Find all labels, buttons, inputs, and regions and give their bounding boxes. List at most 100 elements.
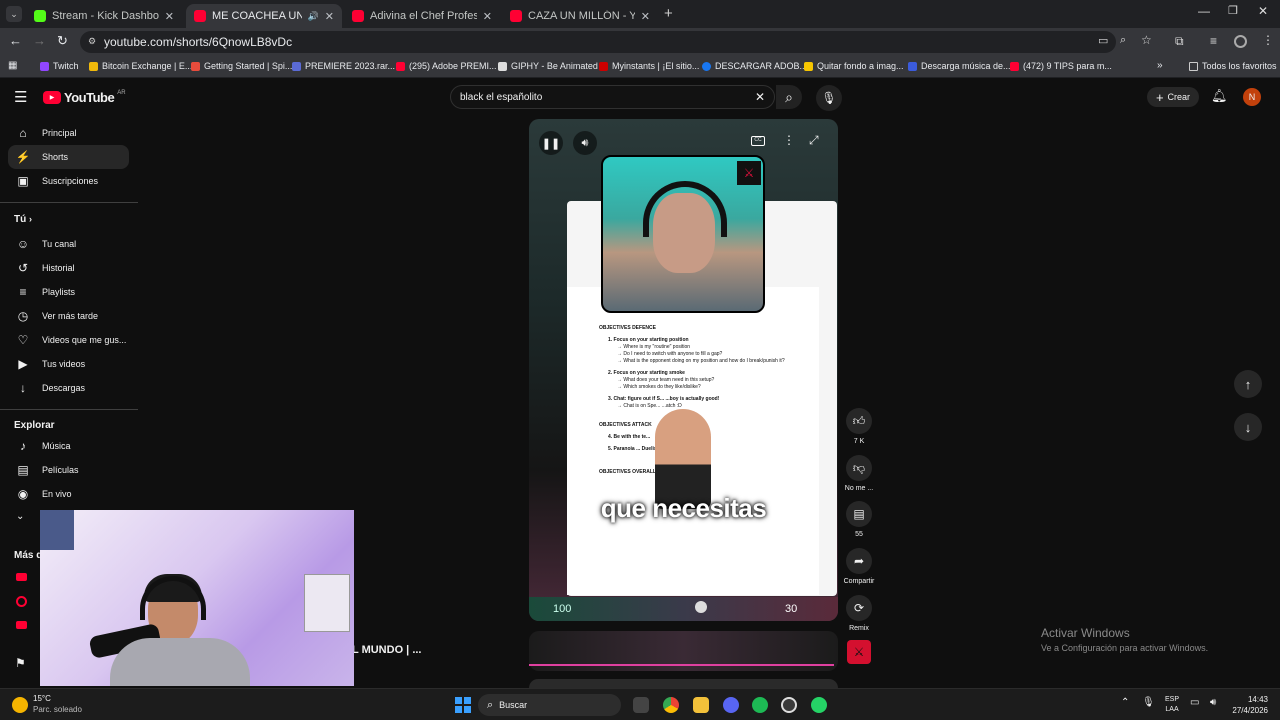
sidebar-item-musica[interactable]: ♪ Música [8,434,129,458]
channel-music-icon[interactable] [16,596,27,607]
bookmark-item[interactable]: Quitar fondo a imag... [804,61,904,71]
notifications-bell-icon[interactable]: 🔔︎ [1211,88,1228,104]
sidebar-item-liked-videos[interactable]: ♡ Videos que me gus... [8,328,129,352]
browser-menu-icon[interactable]: ⋮ [1262,33,1274,47]
remix-button[interactable]: ⟳ [846,595,872,621]
tab-search-button[interactable]: ⌄ [6,6,22,22]
close-tab-icon[interactable]: ✕ [641,10,650,23]
show-more-chevron-icon[interactable]: ⌄ [16,511,24,522]
bookmark-item[interactable]: GIPHY - Be Animated [498,61,598,71]
close-tab-icon[interactable]: ✕ [483,10,492,23]
browser-tab-active[interactable]: ME COACHEA UN EX CAM 🔊 ✕ [186,4,342,28]
chrome-icon[interactable] [663,697,679,713]
channel-kids-icon[interactable] [16,621,27,629]
network-icon[interactable]: ▭ [1190,697,1199,708]
search-icon[interactable]: ⌕ [776,85,802,109]
discord-icon[interactable] [723,697,739,713]
back-icon[interactable]: ← [9,33,22,48]
channel-avatar[interactable]: ⚔ [847,640,871,664]
all-bookmarks-button[interactable]: Todos los favoritos [1189,61,1277,71]
bookmark-item[interactable]: Twitch [40,61,79,71]
cast-icon[interactable]: ▭ [1098,34,1108,47]
sidebar-item-descargas[interactable]: ↓ Descargas [8,376,129,400]
avatar[interactable]: N [1243,88,1261,106]
profile-icon[interactable] [1234,35,1247,48]
previous-short-button[interactable]: ↑ [1234,370,1262,398]
close-window-button[interactable]: ✕ [1258,4,1268,18]
extensions-icon[interactable]: ⧉ [1175,34,1184,49]
next-short-preview-2[interactable] [529,679,838,688]
restore-window-button[interactable]: ❐ [1228,4,1238,17]
bookmark-item[interactable]: Getting Started | Spi... [191,61,292,71]
dislike-button[interactable]: 👎︎ [846,455,872,481]
clock[interactable]: 14:43 27/4/2026 [1228,694,1268,716]
volume-button[interactable]: 🔊︎ [573,131,597,155]
short-video-player[interactable]: OBJECTIVES DEFENCE 1. Focus on your star… [529,119,838,621]
windows-start-icon[interactable] [455,697,471,713]
bookmark-item[interactable]: Myinstants | ¡El sitio... [599,61,699,71]
next-short-preview[interactable] [529,631,838,671]
more-bookmarks-icon[interactable]: » [1157,60,1163,71]
bookmark-item[interactable]: Bitcoin Exchange | E... [89,61,192,71]
bookmark-item[interactable]: (295) Adobe PREMI... [396,61,497,71]
progress-bar[interactable] [529,664,834,666]
browser-tab-caza[interactable]: CAZA UN MILLÓN - YouTube ✕ [502,4,658,28]
sidebar-item-subscriptions[interactable]: ▣ Suscripciones [8,169,129,193]
obs-icon[interactable] [781,697,797,713]
reading-list-icon[interactable]: ≡ [1210,34,1217,48]
spotify-icon[interactable] [752,697,768,713]
next-short-button[interactable]: ↓ [1234,413,1262,441]
task-view-icon[interactable] [633,697,649,713]
sidebar-item-shorts[interactable]: ⚡ Shorts [8,145,129,169]
zoom-icon[interactable]: ⌕ [1120,34,1126,47]
guide-menu-icon[interactable]: ☰ [14,88,27,106]
share-button[interactable]: ➦ [846,548,872,574]
sidebar-item-en-vivo[interactable]: ◉ En vivo [8,482,129,506]
new-tab-button[interactable]: + [664,5,673,22]
report-flag-icon[interactable]: ⚑ [15,656,26,670]
search-input[interactable]: black el españolito ✕ [450,85,775,109]
file-explorer-icon[interactable] [693,697,709,713]
sidebar-item-principal[interactable]: ⌂ Principal [8,121,129,145]
tray-overflow-icon[interactable]: ⌃ [1121,697,1129,708]
tab-audio-icon[interactable]: 🔊 [308,11,319,22]
captions-icon[interactable]: CC [751,136,765,146]
bookmark-item[interactable]: DESCARGAR ADOB... [702,61,807,71]
forward-icon[interactable]: → [33,33,46,48]
like-button[interactable]: 👍︎ [846,408,872,434]
weather-icon[interactable] [12,697,28,713]
language-indicator[interactable]: ESP LAA [1165,695,1179,715]
fullscreen-icon[interactable]: ⤢ [809,133,819,148]
minimize-window-button[interactable]: — [1198,4,1210,18]
more-options-icon[interactable]: ⋮ [783,133,795,147]
volume-icon[interactable]: 🔊︎ [1210,697,1216,708]
whatsapp-icon[interactable] [811,697,827,713]
address-bar[interactable]: ⚙ youtube.com/shorts/6QnowLB8vDc ▭ ⌕ ☆ [80,31,1152,53]
mic-tray-icon[interactable]: 🎙︎ [1142,697,1155,708]
site-info-icon[interactable]: ⚙ [88,36,96,47]
sidebar-item-tus-videos[interactable]: ▶ Tus videos [8,352,129,376]
sidebar-item-peliculas[interactable]: ▤ Películas [8,458,129,482]
clear-search-icon[interactable]: ✕ [755,90,765,104]
close-tab-icon[interactable]: ✕ [325,10,334,23]
bookmark-star-icon[interactable]: ☆ [1141,33,1152,47]
youtube-logo[interactable]: ▶ YouTube AR [43,90,126,105]
create-button[interactable]: + Crear [1147,87,1199,107]
bookmark-item[interactable]: PREMIERE 2023.rar... [292,61,395,71]
browser-tab-chef[interactable]: Adivina el Chef Profesional - Yo ✕ [344,4,500,28]
sidebar-item-playlists[interactable]: ≡ Playlists [8,280,129,304]
sidebar-item-ver-mas-tarde[interactable]: ◷ Ver más tarde [8,304,129,328]
voice-search-icon[interactable]: 🎙 [816,85,842,111]
comments-button[interactable]: ▤ [846,501,872,527]
browser-tab-kick[interactable]: Stream - Kick Dashboard ✕ [26,4,182,28]
sidebar-item-tu-canal[interactable]: ☺ Tu canal [8,232,129,256]
taskbar-search[interactable]: ⌕ Buscar [478,694,621,716]
bookmark-item[interactable]: Descarga música de... [908,61,1011,71]
apps-grid-icon[interactable]: ▦ [8,60,17,71]
channel-youtube-icon[interactable] [16,573,27,581]
pause-button[interactable]: ❚❚ [539,131,563,155]
you-section-header[interactable]: Tú › [14,214,32,225]
close-tab-icon[interactable]: ✕ [165,10,174,23]
bookmark-item[interactable]: (472) 9 TIPS para m... [1010,61,1112,71]
sidebar-item-historial[interactable]: ↺ Historial [8,256,129,280]
